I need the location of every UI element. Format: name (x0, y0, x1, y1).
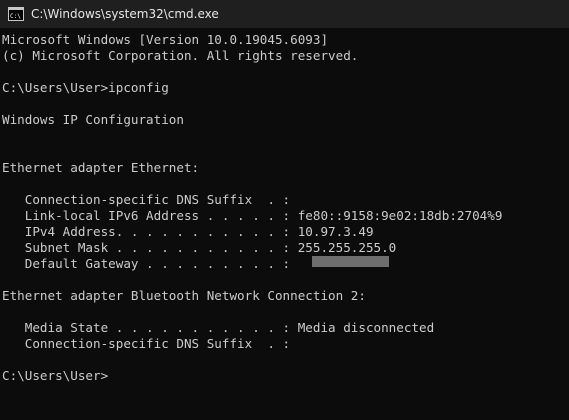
console-line: Windows IP Configuration (2, 112, 184, 127)
console-line: Connection-specific DNS Suffix . : (2, 192, 291, 207)
redacted-gateway (312, 256, 389, 267)
console-line: (c) Microsoft Corporation. All rights re… (2, 48, 359, 63)
console-line: Link-local IPv6 Address . . . . . : fe80… (2, 208, 503, 223)
console-line: Ethernet adapter Bluetooth Network Conne… (2, 288, 366, 303)
title-bar[interactable]: C:\ C:\Windows\system32\cmd.exe (0, 0, 569, 28)
console-line: Microsoft Windows [Version 10.0.19045.60… (2, 32, 329, 47)
console-line: C:\Users\User>ipconfig (2, 80, 169, 95)
cmd-icon: C:\ (8, 7, 24, 21)
console-line: Connection-specific DNS Suffix . : (2, 336, 291, 351)
cmd-icon-label: C:\ (10, 13, 21, 20)
console-line: Ethernet adapter Ethernet: (2, 160, 200, 175)
console-line: Subnet Mask . . . . . . . . . . . : 255.… (2, 240, 397, 255)
window-title: C:\Windows\system32\cmd.exe (31, 7, 219, 21)
console-line: IPv4 Address. . . . . . . . . . . : 10.9… (2, 224, 374, 239)
console-output[interactable]: Microsoft Windows [Version 10.0.19045.60… (0, 28, 569, 420)
command-prompt: C:\Users\User> (2, 368, 109, 383)
console-line: Default Gateway . . . . . . . . . : (2, 256, 291, 271)
console-line: Media State . . . . . . . . . . . : Medi… (2, 320, 435, 335)
